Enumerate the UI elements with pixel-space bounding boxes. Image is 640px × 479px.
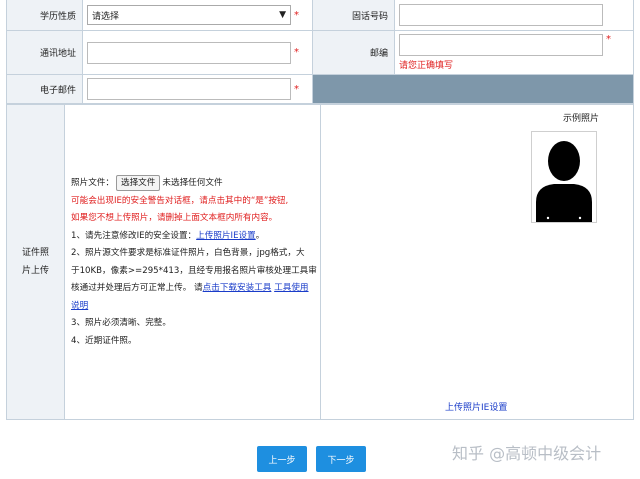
instruction-3: 3、照片必须清晰、完整。 [71,318,171,328]
prev-step-button[interactable]: 上一步 [257,446,307,472]
zip-label: 邮编 [313,31,395,74]
zip-cell: * 请您正确填写 [395,31,633,74]
sample-photo-panel: 示例照片 上传照片IE设置 [321,105,633,419]
photo-upload-label: 证件照 片上传 [7,105,65,419]
instruction-2a: 2、照片源文件要求是标准证件照片，白色背景，jpg格式，大 [71,248,305,258]
address-cell: * [83,31,313,74]
photo-instructions: 照片文件： 选择文件 未选择任何文件 可能会出现IE的安全警告对话框，请点击其中的“… [65,105,321,419]
watermark: 知乎 @高顿中级会计 [452,444,602,463]
photo-label-line2: 片上传 [21,266,49,276]
form-grid: 学历性质 请选择 ▼ * 固话号码 通讯地址 * 邮编 * 请您正确填写 电子邮… [6,0,634,420]
zip-input[interactable] [399,34,603,56]
next-step-button[interactable]: 下一步 [316,446,366,472]
sample-photo-title: 示例照片 [562,114,599,124]
form-row-education: 学历性质 请选择 ▼ * 固话号码 [7,0,633,31]
tool-usage-link[interactable]: 工具使用 [274,283,308,293]
education-select-value: 请选择 [92,11,120,22]
zip-hint: 请您正确填写 [399,61,454,71]
required-mark: * [294,47,299,58]
email-label: 电子邮件 [7,75,83,103]
phone-label: 固话号码 [313,0,395,30]
email-input[interactable] [87,78,291,100]
instruction-2c-text: 核通过并处理后方可正常上传。 请 [71,283,203,293]
instruction-4: 4、近期证件照。 [71,335,137,346]
address-label: 通讯地址 [7,31,83,74]
education-label: 学历性质 [7,0,83,30]
sample-photo [531,131,597,223]
no-file-text: 未选择任何文件 [162,178,223,188]
form-row-address: 通讯地址 * 邮编 * 请您正确填写 [7,31,633,75]
phone-input[interactable] [399,4,603,26]
warning-line-1: 可能会出现IE的安全警告对话框，请点击其中的“是”按钮, [71,195,289,206]
education-cell: 请选择 ▼ * [83,0,313,30]
download-tool-link[interactable]: 点击下载安装工具 [203,283,272,293]
choose-file-button[interactable]: 选择文件 [115,175,161,191]
instruction-1: 1、请先注意修改IE的安全设置：上传照片IE设置。 [71,228,320,246]
phone-cell [395,0,633,30]
instruction-1-text: 1、请先注意修改IE的安全设置： [71,230,197,241]
required-mark: * [294,83,299,95]
sample-ie-settings-link[interactable]: 上传照片IE设置 [445,400,507,413]
empty-grey-cell [313,75,633,103]
chevron-down-icon: ▼ [279,10,286,20]
ie-settings-link[interactable]: 上传照片IE设置 [196,231,256,241]
file-label: 照片文件： [71,178,114,188]
tool-usage-link-cont[interactable]: 说明 [71,301,88,311]
address-input[interactable] [87,41,291,64]
instruction-2b: 于10KB，像素>=295*413，且经专用报名照片审核处理工具审 [71,265,317,276]
form-row-email: 电子邮件 * [7,75,633,104]
required-mark: * [294,9,299,21]
required-mark: * [606,34,611,45]
instruction-2c: 核通过并处理后方可正常上传。 请点击下载安装工具 工具使用 [71,280,320,298]
form-row-photo: 证件照 片上传 照片文件： 选择文件 未选择任何文件 可能会出现IE的安全警告对话框… [7,104,633,420]
file-picker-row: 照片文件： 选择文件 未选择任何文件 [71,175,320,193]
person-silhouette-icon [536,141,592,222]
photo-label-line1: 证件照 [21,248,49,258]
instruction-2d: 说明 [71,298,320,316]
education-select[interactable]: 请选择 ▼ [87,5,291,25]
email-cell: * [83,75,313,103]
instruction-1-end: 。 [255,230,265,241]
warning-line-2: 如果您不想上传照片，请删掉上面文本框内所有内容。 [71,213,278,223]
